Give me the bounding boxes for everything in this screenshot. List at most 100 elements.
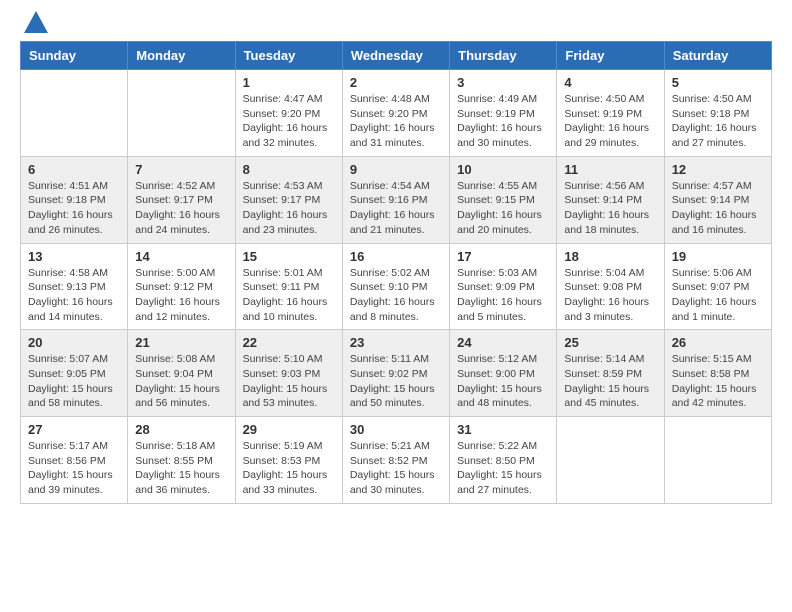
day-number: 25	[564, 335, 656, 350]
calendar-cell: 2Sunrise: 4:48 AM Sunset: 9:20 PM Daylig…	[342, 70, 449, 157]
calendar-cell: 18 Sunrise: 5:04 AM Sunset: 9:08 PM Dayli…	[557, 243, 664, 330]
calendar-cell: 10Sunrise: 4:55 AM Sunset: 9:15 PM Dayli…	[450, 156, 557, 243]
calendar: SundayMondayTuesdayWednesdayThursdayFrid…	[20, 41, 772, 504]
calendar-cell: 26 Sunrise: 5:15 AM Sunset: 8:58 PM Dayli…	[664, 330, 771, 417]
day-number: 5	[672, 75, 764, 90]
calendar-cell: 29 Sunrise: 5:19 AM Sunset: 8:53 PM Dayli…	[235, 417, 342, 504]
calendar-cell: 13 Sunrise: 4:58 AM Sunset: 9:13 PM Dayli…	[21, 243, 128, 330]
calendar-cell: 11Sunrise: 4:56 AM Sunset: 9:14 PM Dayli…	[557, 156, 664, 243]
calendar-cell: 20Sunrise: 5:07 AM Sunset: 9:05 PM Dayli…	[21, 330, 128, 417]
weekday-header: Wednesday	[342, 42, 449, 70]
day-info: Sunrise: 4:55 AM Sunset: 9:15 PM Dayligh…	[457, 179, 549, 238]
day-info: Sunrise: 5:10 AM Sunset: 9:03 PM Dayligh…	[243, 352, 335, 411]
calendar-cell: 6 Sunrise: 4:51 AM Sunset: 9:18 PM Daylig…	[21, 156, 128, 243]
calendar-week-row: 13 Sunrise: 4:58 AM Sunset: 9:13 PM Dayli…	[21, 243, 772, 330]
calendar-cell: 17Sunrise: 5:03 AM Sunset: 9:09 PM Dayli…	[450, 243, 557, 330]
weekday-header-row: SundayMondayTuesdayWednesdayThursdayFrid…	[21, 42, 772, 70]
day-number: 27	[28, 422, 120, 437]
day-number: 19	[672, 249, 764, 264]
weekday-header: Thursday	[450, 42, 557, 70]
calendar-cell: 24Sunrise: 5:12 AM Sunset: 9:00 PM Dayli…	[450, 330, 557, 417]
calendar-cell: 30 Sunrise: 5:21 AM Sunset: 8:52 PM Dayli…	[342, 417, 449, 504]
day-number: 7	[135, 162, 227, 177]
day-info: Sunrise: 4:51 AM Sunset: 9:18 PM Dayligh…	[28, 179, 120, 238]
day-number: 18	[564, 249, 656, 264]
day-info: Sunrise: 4:47 AM Sunset: 9:20 PM Dayligh…	[243, 92, 335, 151]
calendar-week-row: 27Sunrise: 5:17 AM Sunset: 8:56 PM Dayli…	[21, 417, 772, 504]
calendar-cell: 19 Sunrise: 5:06 AM Sunset: 9:07 PM Dayli…	[664, 243, 771, 330]
calendar-cell: 22 Sunrise: 5:10 AM Sunset: 9:03 PM Dayli…	[235, 330, 342, 417]
calendar-cell: 7 Sunrise: 4:52 AM Sunset: 9:17 PM Daylig…	[128, 156, 235, 243]
weekday-header: Friday	[557, 42, 664, 70]
day-info: Sunrise: 4:54 AM Sunset: 9:16 PM Dayligh…	[350, 179, 442, 238]
calendar-cell: 8 Sunrise: 4:53 AM Sunset: 9:17 PM Daylig…	[235, 156, 342, 243]
day-info: Sunrise: 4:53 AM Sunset: 9:17 PM Dayligh…	[243, 179, 335, 238]
calendar-cell: 12 Sunrise: 4:57 AM Sunset: 9:14 PM Dayli…	[664, 156, 771, 243]
calendar-cell: 25 Sunrise: 5:14 AM Sunset: 8:59 PM Dayli…	[557, 330, 664, 417]
day-number: 26	[672, 335, 764, 350]
calendar-cell: 1 Sunrise: 4:47 AM Sunset: 9:20 PM Daylig…	[235, 70, 342, 157]
calendar-week-row: 20Sunrise: 5:07 AM Sunset: 9:05 PM Dayli…	[21, 330, 772, 417]
day-number: 31	[457, 422, 549, 437]
day-info: Sunrise: 5:14 AM Sunset: 8:59 PM Dayligh…	[564, 352, 656, 411]
day-info: Sunrise: 5:04 AM Sunset: 9:08 PM Dayligh…	[564, 266, 656, 325]
day-info: Sunrise: 5:03 AM Sunset: 9:09 PM Dayligh…	[457, 266, 549, 325]
logo	[20, 15, 50, 33]
weekday-header: Monday	[128, 42, 235, 70]
day-number: 21	[135, 335, 227, 350]
calendar-cell: 3 Sunrise: 4:49 AM Sunset: 9:19 PM Daylig…	[450, 70, 557, 157]
weekday-header: Tuesday	[235, 42, 342, 70]
calendar-cell	[557, 417, 664, 504]
calendar-cell: 15 Sunrise: 5:01 AM Sunset: 9:11 PM Dayli…	[235, 243, 342, 330]
calendar-cell: 31 Sunrise: 5:22 AM Sunset: 8:50 PM Dayli…	[450, 417, 557, 504]
day-number: 29	[243, 422, 335, 437]
day-info: Sunrise: 4:49 AM Sunset: 9:19 PM Dayligh…	[457, 92, 549, 151]
day-info: Sunrise: 5:08 AM Sunset: 9:04 PM Dayligh…	[135, 352, 227, 411]
day-info: Sunrise: 5:19 AM Sunset: 8:53 PM Dayligh…	[243, 439, 335, 498]
day-info: Sunrise: 5:00 AM Sunset: 9:12 PM Dayligh…	[135, 266, 227, 325]
day-number: 30	[350, 422, 442, 437]
day-number: 23	[350, 335, 442, 350]
calendar-week-row: 1 Sunrise: 4:47 AM Sunset: 9:20 PM Daylig…	[21, 70, 772, 157]
day-info: Sunrise: 5:12 AM Sunset: 9:00 PM Dayligh…	[457, 352, 549, 411]
day-info: Sunrise: 4:52 AM Sunset: 9:17 PM Dayligh…	[135, 179, 227, 238]
calendar-cell: 21 Sunrise: 5:08 AM Sunset: 9:04 PM Dayli…	[128, 330, 235, 417]
day-number: 1	[243, 75, 335, 90]
header	[20, 15, 772, 33]
day-number: 6	[28, 162, 120, 177]
day-info: Sunrise: 4:57 AM Sunset: 9:14 PM Dayligh…	[672, 179, 764, 238]
day-info: Sunrise: 5:22 AM Sunset: 8:50 PM Dayligh…	[457, 439, 549, 498]
day-info: Sunrise: 5:06 AM Sunset: 9:07 PM Dayligh…	[672, 266, 764, 325]
day-number: 14	[135, 249, 227, 264]
day-info: Sunrise: 5:15 AM Sunset: 8:58 PM Dayligh…	[672, 352, 764, 411]
day-info: Sunrise: 5:07 AM Sunset: 9:05 PM Dayligh…	[28, 352, 120, 411]
calendar-cell: 23Sunrise: 5:11 AM Sunset: 9:02 PM Dayli…	[342, 330, 449, 417]
day-number: 16	[350, 249, 442, 264]
day-number: 15	[243, 249, 335, 264]
calendar-cell: 16Sunrise: 5:02 AM Sunset: 9:10 PM Dayli…	[342, 243, 449, 330]
day-number: 3	[457, 75, 549, 90]
day-info: Sunrise: 5:21 AM Sunset: 8:52 PM Dayligh…	[350, 439, 442, 498]
day-number: 8	[243, 162, 335, 177]
day-info: Sunrise: 5:18 AM Sunset: 8:55 PM Dayligh…	[135, 439, 227, 498]
calendar-cell	[21, 70, 128, 157]
calendar-week-row: 6 Sunrise: 4:51 AM Sunset: 9:18 PM Daylig…	[21, 156, 772, 243]
day-info: Sunrise: 4:56 AM Sunset: 9:14 PM Dayligh…	[564, 179, 656, 238]
calendar-cell: 14 Sunrise: 5:00 AM Sunset: 9:12 PM Dayli…	[128, 243, 235, 330]
day-info: Sunrise: 4:58 AM Sunset: 9:13 PM Dayligh…	[28, 266, 120, 325]
calendar-cell: 4Sunrise: 4:50 AM Sunset: 9:19 PM Daylig…	[557, 70, 664, 157]
calendar-body: 1 Sunrise: 4:47 AM Sunset: 9:20 PM Daylig…	[21, 70, 772, 504]
calendar-cell: 27Sunrise: 5:17 AM Sunset: 8:56 PM Dayli…	[21, 417, 128, 504]
day-info: Sunrise: 5:01 AM Sunset: 9:11 PM Dayligh…	[243, 266, 335, 325]
day-info: Sunrise: 4:50 AM Sunset: 9:18 PM Dayligh…	[672, 92, 764, 151]
calendar-cell: 9Sunrise: 4:54 AM Sunset: 9:16 PM Daylig…	[342, 156, 449, 243]
day-number: 22	[243, 335, 335, 350]
calendar-cell	[664, 417, 771, 504]
logo-icon	[22, 9, 50, 37]
calendar-cell	[128, 70, 235, 157]
page: SundayMondayTuesdayWednesdayThursdayFrid…	[0, 0, 792, 519]
calendar-cell: 5 Sunrise: 4:50 AM Sunset: 9:18 PM Daylig…	[664, 70, 771, 157]
day-number: 12	[672, 162, 764, 177]
day-number: 2	[350, 75, 442, 90]
day-number: 13	[28, 249, 120, 264]
